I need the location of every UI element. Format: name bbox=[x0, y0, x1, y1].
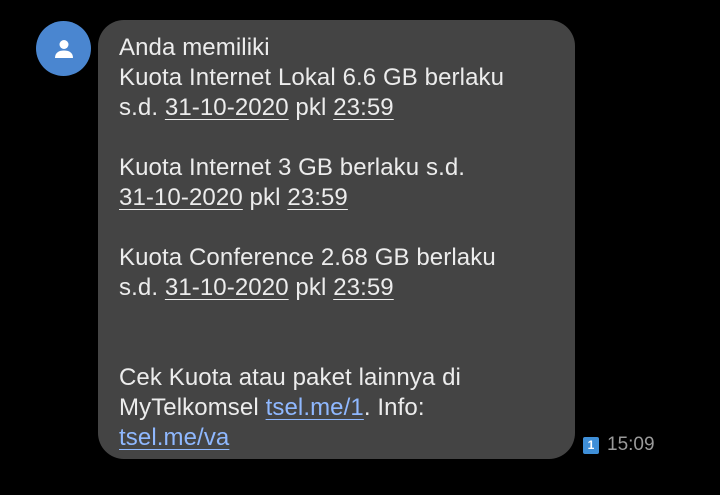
date-link[interactable]: 31-10-2020 bbox=[165, 94, 289, 121]
message-line: s.d. 31-10-2020 pkl 23:59 bbox=[119, 273, 555, 303]
message-line: Anda memiliki bbox=[119, 34, 270, 61]
message-line: Kuota Internet 3 GB berlaku s.d. bbox=[119, 154, 466, 181]
message-text: s.d. bbox=[119, 274, 159, 301]
message-text: MyTelkomsel bbox=[119, 394, 259, 421]
message-line: Kuota Conference 2.68 GB berlaku bbox=[119, 244, 496, 271]
message-line: Kuota Internet Lokal 6.6 GB berlaku bbox=[119, 64, 505, 91]
message-text: pkl bbox=[295, 94, 327, 121]
message-text: pkl bbox=[249, 184, 281, 211]
message-line: Cek Kuota atau paket lainnya di bbox=[119, 364, 461, 391]
message-bubble[interactable]: Anda memiliki Kuota Internet Lokal 6.6 G… bbox=[98, 20, 575, 459]
person-icon bbox=[54, 39, 73, 58]
sender-avatar[interactable] bbox=[36, 21, 91, 76]
message-text: . Info: bbox=[363, 394, 425, 421]
tsel-link-1[interactable]: tsel.me/1 bbox=[266, 394, 364, 421]
tsel-link-va[interactable]: tsel.me/va bbox=[119, 424, 229, 451]
date-link[interactable]: 31-10-2020 bbox=[165, 274, 289, 301]
message-line: tsel.me/va bbox=[119, 423, 555, 453]
time-link[interactable]: 23:59 bbox=[287, 184, 348, 211]
message-line: MyTelkomsel tsel.me/1. Info: bbox=[119, 393, 555, 423]
message-line: 31-10-2020 pkl 23:59 bbox=[119, 183, 555, 213]
sim-card-icon: 1 bbox=[583, 436, 599, 454]
message-text: pkl bbox=[295, 274, 327, 301]
time-link[interactable]: 23:59 bbox=[333, 274, 394, 301]
message-timestamp: 15:09 bbox=[607, 434, 655, 455]
time-link[interactable]: 23:59 bbox=[333, 94, 394, 121]
message-line: s.d. 31-10-2020 pkl 23:59 bbox=[119, 93, 555, 123]
message-text: s.d. bbox=[119, 94, 159, 121]
date-link[interactable]: 31-10-2020 bbox=[119, 184, 243, 211]
message-meta: 1 15:09 bbox=[583, 434, 655, 456]
